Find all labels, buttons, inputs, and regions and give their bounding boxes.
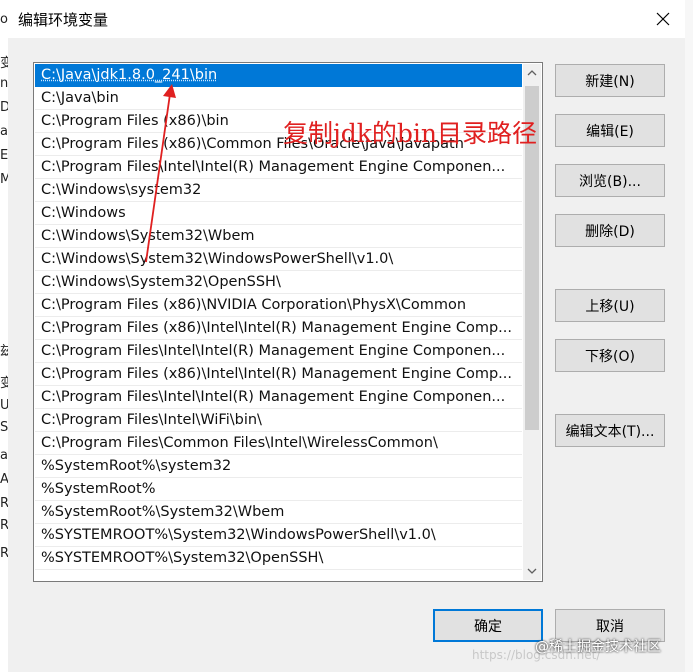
- path-list-item[interactable]: C:\Program Files\Intel\Intel(R) Manageme…: [35, 340, 522, 363]
- watermark: @稀土掘金技术社区: [535, 639, 661, 655]
- edit-button[interactable]: 编辑(E): [555, 114, 665, 147]
- background-text-fragment: A: [0, 472, 8, 487]
- background-text-fragment: 变: [0, 376, 8, 391]
- background-text-fragment: S: [0, 420, 8, 435]
- move-up-button[interactable]: 上移(U): [555, 289, 665, 322]
- path-list-item-text: C:\Windows\System32\OpenSSH\: [41, 274, 281, 290]
- path-list-item[interactable]: C:\Windows\System32\OpenSSH\: [35, 271, 522, 294]
- delete-button[interactable]: 删除(D): [555, 214, 665, 247]
- path-list-item[interactable]: C:\Windows\system32: [35, 179, 522, 202]
- background-text-fragment: o: [0, 12, 8, 27]
- path-list-item[interactable]: C:\Windows\System32\Wbem: [35, 225, 522, 248]
- background-text-fragment: R: [0, 496, 8, 511]
- path-list-item-text: C:\Windows\System32\WindowsPowerShell\v1…: [41, 251, 394, 267]
- background-window-right-edge: [684, 0, 693, 672]
- path-list-item-text: %SystemRoot%: [41, 481, 156, 497]
- path-list-item[interactable]: C:\Java\bin: [35, 87, 522, 110]
- path-list-item-text: C:\Program Files\Intel\Intel(R) Manageme…: [41, 389, 506, 405]
- chevron-up-icon: [527, 70, 537, 76]
- path-list-item-text: C:\Program Files\Intel\Intel(R) Manageme…: [41, 343, 506, 359]
- path-list-item[interactable]: C:\Windows\System32\WindowsPowerShell\v1…: [35, 248, 522, 271]
- path-list-item[interactable]: %SYSTEMROOT%\System32\OpenSSH\: [35, 547, 522, 570]
- path-list-item[interactable]: C:\Program Files\Common Files\Intel\Wire…: [35, 432, 522, 455]
- path-list-item-text: %SYSTEMROOT%\System32\OpenSSH\: [41, 550, 324, 566]
- path-list-item-text: %SystemRoot%\system32: [41, 458, 232, 474]
- path-list-item-text: C:\Windows\System32\Wbem: [41, 228, 255, 244]
- path-list-item[interactable]: C:\Program Files\Intel\WiFi\bin\: [35, 409, 522, 432]
- path-list-item[interactable]: %SYSTEMROOT%\System32\WindowsPowerShell\…: [35, 524, 522, 547]
- dialog-title: 编辑环境变量: [18, 11, 109, 29]
- ok-button[interactable]: 确定: [433, 609, 543, 642]
- path-list-item-text: C:\Java\bin: [41, 90, 119, 106]
- background-text-fragment: 兹: [0, 344, 8, 359]
- path-list-item[interactable]: C:\Program Files (x86)\Intel\Intel(R) Ma…: [35, 363, 522, 386]
- path-list-item-text: C:\Windows: [41, 205, 126, 221]
- background-text-fragment: U: [0, 398, 8, 413]
- new-button[interactable]: 新建(N): [555, 64, 665, 97]
- chevron-down-icon: [527, 568, 537, 574]
- background-text-fragment: a: [0, 124, 8, 139]
- path-list-item-text: C:\Java\jdk1.8.0_241\bin: [41, 67, 218, 83]
- close-icon: [656, 12, 670, 26]
- background-text-fragment: nt: [0, 76, 8, 91]
- path-list-item-text: C:\Program Files\Common Files\Intel\Wire…: [41, 435, 438, 451]
- move-down-button[interactable]: 下移(O): [555, 339, 665, 372]
- scroll-up-button[interactable]: [523, 64, 541, 82]
- path-list-item-text: C:\Program Files\Intel\WiFi\bin\: [41, 412, 262, 428]
- background-text-fragment: a: [0, 448, 8, 463]
- path-list-item[interactable]: %SystemRoot%: [35, 478, 522, 501]
- path-list-item[interactable]: C:\Program Files (x86)\Intel\Intel(R) Ma…: [35, 317, 522, 340]
- path-list-item-text: %SystemRoot%\System32\Wbem: [41, 504, 285, 520]
- path-list-item[interactable]: C:\Program Files\Intel\Intel(R) Manageme…: [35, 156, 522, 179]
- close-button[interactable]: [645, 4, 681, 34]
- edit-environment-variable-dialog: 编辑环境变量 C:\Java\jdk1.8.0_241\bin C:\Java\b…: [8, 0, 685, 672]
- background-text-fragment: E: [0, 148, 8, 163]
- background-text-fragment: R: [0, 518, 8, 533]
- path-list-item-text: %SYSTEMROOT%\System32\WindowsPowerShell\…: [41, 527, 436, 543]
- path-list-item-text: C:\Program Files (x86)\Intel\Intel(R) Ma…: [41, 366, 513, 382]
- path-list-item-text: C:\Program Files (x86)\NVIDIA Corporatio…: [41, 297, 467, 313]
- browse-button[interactable]: 浏览(B)...: [555, 164, 665, 197]
- annotation-text: 复制jdk的bin目录路径: [283, 119, 538, 148]
- background-text-fragment: Dr: [0, 100, 8, 115]
- path-list-item[interactable]: %SystemRoot%\System32\Wbem: [35, 501, 522, 524]
- background-text-fragment: M: [0, 172, 8, 187]
- path-list-item[interactable]: C:\Java\jdk1.8.0_241\bin: [35, 64, 522, 87]
- path-list-item[interactable]: C:\Windows: [35, 202, 522, 225]
- path-list-item[interactable]: C:\Program Files (x86)\NVIDIA Corporatio…: [35, 294, 522, 317]
- path-list-item[interactable]: C:\Program Files\Intel\Intel(R) Manageme…: [35, 386, 522, 409]
- edit-text-button[interactable]: 编辑文本(T)...: [555, 414, 665, 447]
- scroll-down-button[interactable]: [523, 562, 541, 580]
- path-list-item-text: C:\Windows\system32: [41, 182, 202, 198]
- background-text-fragment: R: [0, 546, 8, 561]
- title-bar: 编辑环境变量: [8, 0, 685, 38]
- path-list-item[interactable]: %SystemRoot%\system32: [35, 455, 522, 478]
- background-text-fragment: 变: [0, 56, 8, 71]
- path-list-item-text: C:\Program Files (x86)\Intel\Intel(R) Ma…: [41, 320, 513, 336]
- path-list-item-text: C:\Program Files (x86)\bin: [41, 113, 229, 129]
- path-list-item-text: C:\Program Files\Intel\Intel(R) Manageme…: [41, 159, 506, 175]
